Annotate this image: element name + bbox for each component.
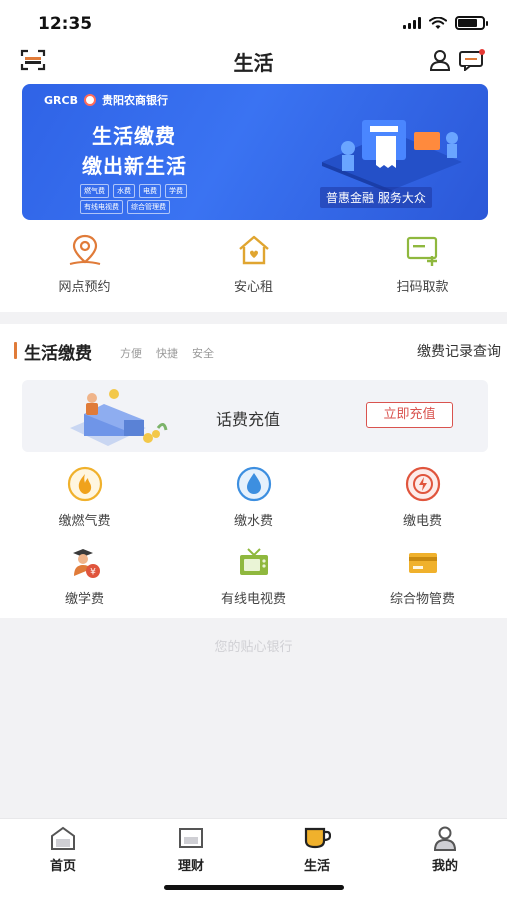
promo-banner[interactable]: GRCB 贵阳农商银行 生活缴费 缴出新生活 燃气费 水费 电费 学费 有线电视… xyxy=(22,84,488,220)
pay-electricity[interactable]: 缴电费 xyxy=(338,462,507,540)
section-accent-bar xyxy=(14,342,17,359)
status-time: 12:35 xyxy=(38,14,93,34)
scan-withdraw-icon xyxy=(406,236,437,266)
bank-abbr: GRCB xyxy=(44,93,78,107)
topup-illustration xyxy=(70,389,168,446)
section-subtitle: 方便 xyxy=(120,347,142,360)
pay-property-fee[interactable]: 综合物管费 xyxy=(338,540,507,618)
banner-tag: 水费 xyxy=(113,184,135,198)
home-icon xyxy=(51,826,75,850)
quick-action-label: 扫码取款 xyxy=(396,280,449,295)
pay-label: 缴水费 xyxy=(233,514,273,529)
banner-tag: 综合管理费 xyxy=(127,200,170,214)
section-subtitles: 方便 快捷 安全 xyxy=(120,345,214,361)
payment-grid: 缴燃气费 缴水费 缴电费 ¥ 缴学费 有线电视费 综合物管费 xyxy=(0,462,507,618)
pay-label: 缴电费 xyxy=(402,514,442,529)
quick-action-scan-withdraw[interactable]: 扫码取款 xyxy=(338,232,507,302)
pay-tuition[interactable]: ¥ 缴学费 xyxy=(0,540,169,618)
status-bar: 12:35 xyxy=(0,0,507,44)
wealth-icon xyxy=(179,828,203,848)
svg-text:¥: ¥ xyxy=(90,568,96,578)
signal-icon xyxy=(403,17,421,29)
section-subtitle: 快捷 xyxy=(156,347,178,360)
user-icon[interactable] xyxy=(429,49,451,71)
topup-now-button[interactable]: 立即充值 xyxy=(366,402,453,428)
banner-tags: 燃气费 水费 电费 学费 有线电视费 综合管理费 xyxy=(80,184,210,214)
section-title: 生活缴费 xyxy=(24,344,92,364)
tab-label: 我的 xyxy=(431,859,458,874)
house-icon xyxy=(238,235,269,265)
quick-action-rent[interactable]: 安心租 xyxy=(169,232,338,302)
tab-profile[interactable]: 我的 xyxy=(400,825,490,874)
tab-label: 首页 xyxy=(49,859,76,874)
pay-gas[interactable]: 缴燃气费 xyxy=(0,462,169,540)
banner-tag: 学费 xyxy=(165,184,187,198)
bank-logo-icon xyxy=(83,94,96,106)
quick-action-label: 网点预约 xyxy=(58,280,111,295)
banner-tag: 燃气费 xyxy=(80,184,109,198)
tab-label: 生活 xyxy=(303,859,330,874)
life-payment-header: 生活缴费 方便 快捷 安全 缴费记录查询 xyxy=(0,338,507,364)
topup-label: 话费充值 xyxy=(216,410,281,429)
water-drop-icon xyxy=(236,466,271,502)
profile-icon xyxy=(433,826,457,851)
tab-life[interactable]: 生活 xyxy=(272,825,362,874)
flame-icon xyxy=(67,466,102,502)
graduate-icon: ¥ xyxy=(72,549,100,578)
lightning-icon xyxy=(405,466,440,502)
nav-actions xyxy=(429,49,485,71)
bank-brand: GRCB 贵阳农商银行 xyxy=(44,92,168,108)
card-icon xyxy=(408,553,437,573)
quick-action-branch-booking[interactable]: 网点预约 xyxy=(0,232,169,302)
banner-slogan: 普惠金融 服务大众 xyxy=(320,187,432,208)
pay-label: 缴学费 xyxy=(64,592,104,607)
tab-home[interactable]: 首页 xyxy=(18,825,108,874)
bank-name: 贵阳农商银行 xyxy=(101,94,168,107)
pay-label: 缴燃气费 xyxy=(58,514,111,529)
pay-water[interactable]: 缴水费 xyxy=(169,462,338,540)
wifi-icon xyxy=(429,16,447,29)
pay-cable-tv[interactable]: 有线电视费 xyxy=(169,540,338,618)
tab-label: 理财 xyxy=(177,859,204,874)
quick-action-label: 安心租 xyxy=(233,280,273,295)
status-icons xyxy=(403,16,488,30)
battery-icon xyxy=(455,16,488,30)
pay-label: 综合物管费 xyxy=(389,592,455,607)
nav-bar: 生活 xyxy=(0,44,507,80)
phone-topup-row[interactable]: 话费充值 立即充值 xyxy=(22,380,488,452)
banner-tag: 电费 xyxy=(139,184,161,198)
quick-actions: 网点预约 安心租 扫码取款 xyxy=(0,232,507,302)
payment-record-link[interactable]: 缴费记录查询 xyxy=(417,341,501,361)
tv-icon xyxy=(239,548,268,575)
brand-watermark: 您的贴心银行 xyxy=(214,640,293,655)
section-subtitle: 安全 xyxy=(192,347,214,360)
banner-tag: 有线电视费 xyxy=(80,200,123,214)
tab-wealth[interactable]: 理财 xyxy=(146,825,236,874)
banner-headline-2: 缴出新生活 xyxy=(82,154,187,178)
pay-label: 有线电视费 xyxy=(220,592,286,607)
cup-icon xyxy=(304,827,331,849)
banner-headline-1: 生活缴费 xyxy=(92,124,176,148)
message-icon[interactable] xyxy=(459,49,485,71)
banner-illustration xyxy=(322,120,462,192)
home-indicator xyxy=(164,885,344,890)
map-pin-icon xyxy=(69,234,100,265)
